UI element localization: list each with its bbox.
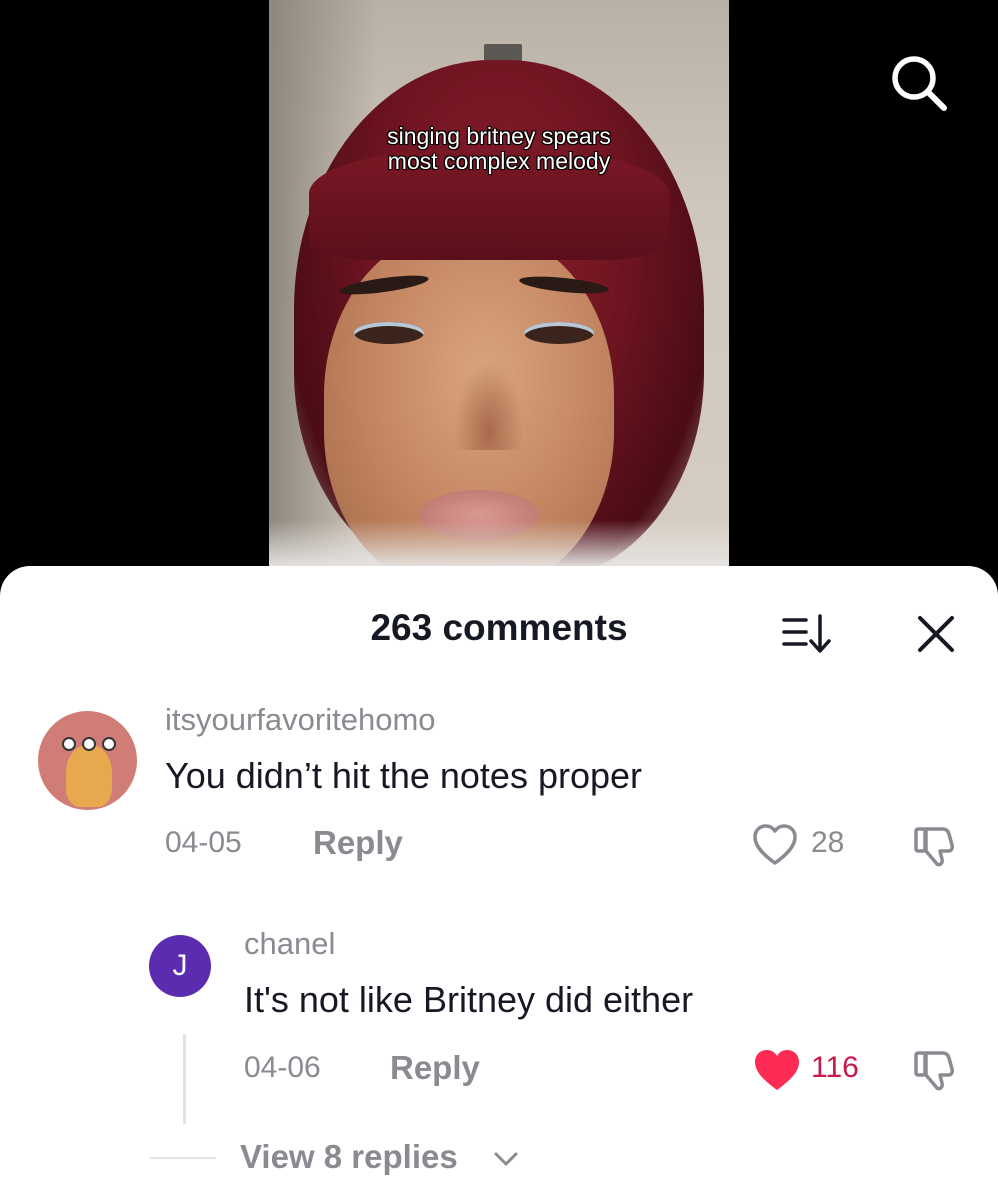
avatar-eye: [82, 737, 96, 751]
comment-like-count: 28: [811, 826, 845, 859]
comment-username[interactable]: itsyourfavoritehomo: [165, 702, 436, 738]
video-caption: singing britney spears most complex melo…: [0, 124, 998, 174]
reply-text: It's not like Britney did either: [244, 979, 694, 1020]
search-icon: [892, 56, 947, 111]
reply-like-button[interactable]: [752, 1047, 802, 1093]
reply-like-count: 116: [811, 1051, 859, 1084]
chevron-down-icon: [494, 1152, 518, 1166]
view-replies-divider: [150, 1157, 216, 1159]
close-icon: [918, 616, 954, 652]
avatar-eyes: [62, 737, 116, 753]
heart-filled-icon: [755, 1050, 799, 1090]
heart-outline-icon: [753, 824, 797, 865]
search-button[interactable]: [888, 52, 950, 114]
sort-button[interactable]: [782, 612, 834, 656]
commenter-avatar[interactable]: [38, 711, 137, 810]
close-button[interactable]: [914, 612, 958, 656]
avatar-character: [66, 745, 112, 807]
thumbs-down-icon: [914, 827, 954, 867]
view-replies-button[interactable]: View 8 replies: [240, 1138, 458, 1176]
right-eye: [524, 322, 594, 344]
comments-count-title: 263 comments: [370, 607, 628, 648]
view-replies-toggle[interactable]: [492, 1148, 520, 1170]
avatar-eye: [62, 737, 76, 751]
sort-icon: [782, 614, 831, 653]
comment-reply-button[interactable]: Reply: [313, 824, 403, 862]
reply-date: 04-06: [244, 1051, 321, 1084]
comment-date: 04-05: [165, 826, 242, 859]
comment-like-button[interactable]: [752, 823, 798, 867]
comment-text: You didn’t hit the notes proper: [165, 755, 643, 796]
video-caption-line-1: singing britney spears: [387, 123, 611, 149]
video-caption-line-2: most complex melody: [387, 148, 611, 174]
video-frame[interactable]: [269, 0, 729, 600]
reply-dislike-button[interactable]: [913, 1047, 959, 1093]
reply-avatar[interactable]: J: [149, 935, 211, 997]
thread-line: [183, 1034, 186, 1124]
nose: [454, 360, 524, 450]
comment-dislike-button[interactable]: [913, 823, 959, 869]
thumbs-down-icon: [914, 1051, 954, 1091]
comments-sheet: [0, 566, 998, 1199]
video-player[interactable]: singing britney spears most complex melo…: [0, 0, 998, 600]
reply-reply-button[interactable]: Reply: [390, 1049, 480, 1087]
reply-username[interactable]: chanel: [244, 926, 335, 962]
left-eye: [354, 322, 424, 344]
avatar-eye: [102, 737, 116, 751]
